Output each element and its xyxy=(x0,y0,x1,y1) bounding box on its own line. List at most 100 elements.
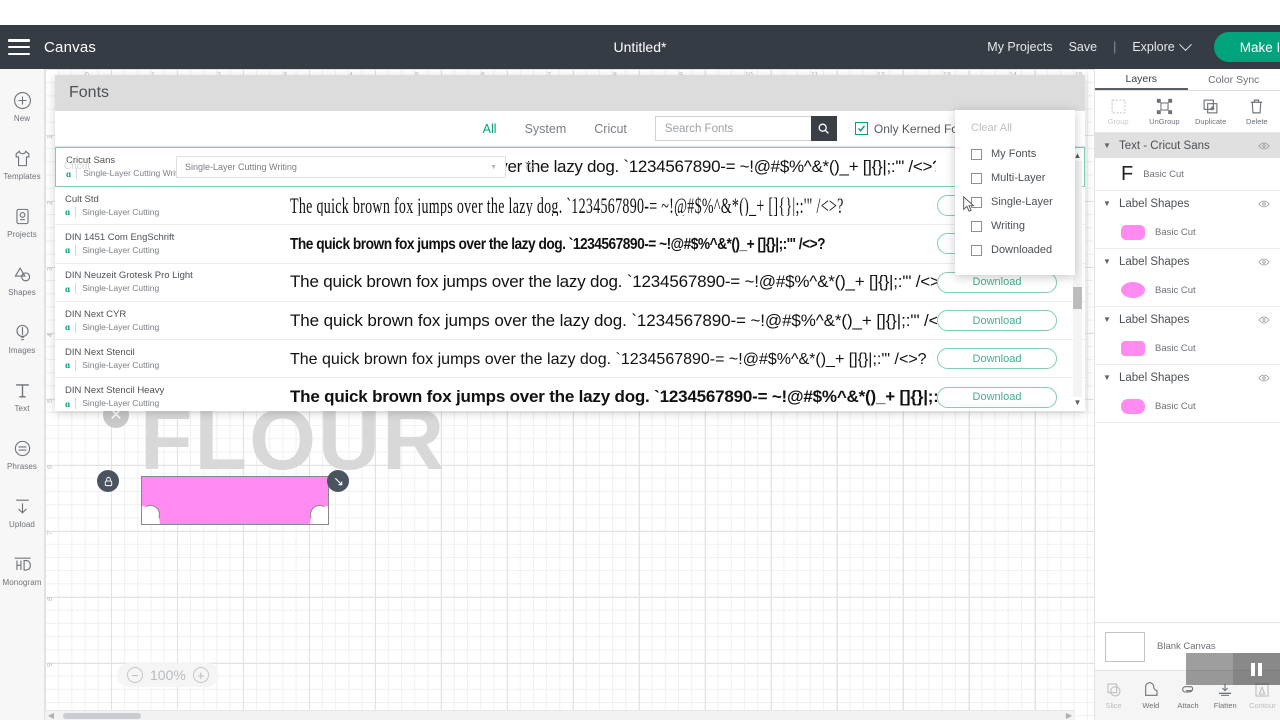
delete-button[interactable]: Delete xyxy=(1234,91,1280,132)
checkbox-icon[interactable] xyxy=(971,196,982,208)
rail-item-upload[interactable]: Upload xyxy=(0,483,45,541)
attach-button[interactable]: Attach xyxy=(1169,682,1206,710)
selection-resize-handle[interactable] xyxy=(327,470,349,492)
selection-lock-handle[interactable] xyxy=(97,470,119,492)
rail-label: Monogram xyxy=(2,578,42,587)
checkbox-icon[interactable] xyxy=(971,148,982,160)
layer-header[interactable]: ▼ Label Shapes xyxy=(1095,365,1280,390)
rail-item-new[interactable]: New xyxy=(0,77,45,135)
search-input[interactable] xyxy=(654,116,811,141)
tab-layers[interactable]: Layers xyxy=(1095,69,1188,90)
duplicate-button[interactable]: Duplicate xyxy=(1188,91,1234,132)
canvas-horizontal-scrollbar[interactable]: ◀ ▶ xyxy=(45,710,1075,720)
zoom-control[interactable]: − 100% + xyxy=(117,663,219,687)
chevron-down-icon[interactable]: ▼ xyxy=(1103,315,1112,324)
filters-dropdown-menu[interactable]: Clear All My Fonts Multi-Layer Single-Laye… xyxy=(955,110,1075,275)
font-row[interactable]: DIN Next Stencil ɑ Single-Layer Cutting The… xyxy=(55,340,1085,379)
fonts-list[interactable]: Cricut Sans ɑ Single-Layer Cutting Writing… xyxy=(55,147,1085,411)
zoom-out-button[interactable]: − xyxy=(127,667,143,683)
hamburger-menu-icon[interactable] xyxy=(8,39,30,55)
weld-button[interactable]: Weld xyxy=(1132,681,1169,710)
tab-color-sync[interactable]: Color Sync xyxy=(1188,69,1280,90)
font-row[interactable]: Cricut Sans ɑ Single-Layer Cutting Writing… xyxy=(55,147,1085,187)
layer-actions-bar: Group UnGroup Duplicate Delete xyxy=(1095,91,1280,133)
layer-child-row[interactable]: Basic Cut xyxy=(1095,216,1280,248)
rail-item-monogram[interactable]: Monogram xyxy=(0,541,45,599)
preview-text: The quick brown fox jumps over the lazy … xyxy=(290,310,937,330)
font-row[interactable]: DIN Next CYR ɑ Single-Layer Cutting The qui… xyxy=(55,302,1085,341)
eye-icon[interactable] xyxy=(1258,314,1270,326)
canvas-label-shape[interactable] xyxy=(141,476,329,525)
filter-option-single-layer[interactable]: Single-Layer xyxy=(955,190,1075,214)
font-type: Single-Layer Cutting xyxy=(75,359,159,371)
clear-all-button[interactable]: Clear All xyxy=(955,118,1075,142)
right-panel: Layers Color Sync Group UnGroup Duplicat… xyxy=(1094,69,1280,720)
slice-button[interactable]: Slice xyxy=(1095,682,1132,710)
layer-header[interactable]: ▼ Label Shapes xyxy=(1095,307,1280,332)
machine-selector[interactable]: Explore xyxy=(1132,37,1192,54)
ruler-tick: 3 xyxy=(47,267,54,271)
download-button[interactable]: Download xyxy=(937,310,1057,332)
rail-label: Upload xyxy=(9,520,35,529)
layer-child-row[interactable]: F Basic Cut xyxy=(1095,158,1280,190)
scroll-down-arrow[interactable]: ▼ xyxy=(1073,398,1082,407)
layer-header[interactable]: ▼ Text - Cricut Sans xyxy=(1095,133,1280,158)
font-row[interactable]: DIN Next Stencil Heavy ɑ Single-Layer Cutt… xyxy=(55,378,1085,411)
eye-icon[interactable] xyxy=(1258,140,1270,152)
rail-item-text[interactable]: Text xyxy=(0,367,45,425)
checkbox-icon[interactable] xyxy=(971,220,982,232)
save-button[interactable]: Save xyxy=(1069,40,1098,54)
search-icon[interactable] xyxy=(810,116,837,141)
font-row[interactable]: DIN Neuzeit Grotesk Pro Light ɑ Single-Lay… xyxy=(55,264,1085,302)
eye-icon[interactable] xyxy=(1258,372,1270,384)
font-row[interactable]: DIN 1451 Com EngSchrift ɑ Single-Layer Cut… xyxy=(55,225,1085,264)
checkbox-icon[interactable] xyxy=(971,244,982,256)
font-preview: The quick brown fox jumps over the lazy … xyxy=(290,349,937,369)
zoom-in-button[interactable]: + xyxy=(192,667,209,683)
group-button[interactable]: Group xyxy=(1095,91,1141,132)
download-button[interactable]: Download xyxy=(937,348,1057,370)
filter-option-downloaded[interactable]: Downloaded xyxy=(955,238,1075,262)
rail-item-projects[interactable]: Projects xyxy=(0,193,45,251)
chevron-down-icon[interactable]: ▼ xyxy=(1103,257,1112,266)
eye-icon[interactable] xyxy=(1258,198,1270,210)
ungroup-button[interactable]: UnGroup xyxy=(1141,91,1187,132)
chevron-down-icon[interactable]: ▼ xyxy=(1103,373,1112,382)
download-button[interactable]: Download xyxy=(937,386,1057,408)
filter-option-multi-layer[interactable]: Multi-Layer xyxy=(955,166,1075,190)
chevron-down-icon[interactable]: ▼ xyxy=(1103,199,1112,208)
layer-child-row[interactable]: Basic Cut xyxy=(1095,332,1280,364)
scrollbar-thumb[interactable] xyxy=(63,713,141,719)
blank-canvas-swatch[interactable] xyxy=(1105,631,1145,662)
tab-cricut[interactable]: Cricut xyxy=(580,122,641,136)
make-it-button[interactable]: Make It xyxy=(1213,32,1280,62)
chevron-down-icon[interactable]: ▼ xyxy=(1103,141,1112,150)
filter-option-writing[interactable]: Writing xyxy=(955,214,1075,238)
tab-all[interactable]: All xyxy=(469,122,511,136)
font-row-meta: DIN 1451 Com EngSchrift ɑ Single-Layer Cut… xyxy=(65,232,290,256)
layer-group: ▼ Label Shapes Basic Cut xyxy=(1095,191,1280,249)
eye-icon[interactable] xyxy=(1258,256,1270,268)
layer-child-row[interactable]: Basic Cut xyxy=(1095,390,1280,422)
layer-child-label: Basic Cut xyxy=(1155,342,1196,354)
rail-item-phrases[interactable]: Phrases xyxy=(0,425,45,483)
layer-header[interactable]: ▼ Label Shapes xyxy=(1095,249,1280,274)
font-style-dropdown[interactable]: Single-Layer Cutting Writing ▼ xyxy=(176,156,506,178)
scroll-left-arrow[interactable]: ◀ xyxy=(47,712,55,720)
rail-item-images[interactable]: Images xyxy=(0,309,45,367)
tab-system[interactable]: System xyxy=(511,122,581,136)
rail-item-templates[interactable]: Templates xyxy=(0,135,45,193)
font-row[interactable]: Cult Std ɑ Single-Layer Cutting The quick b… xyxy=(55,187,1085,226)
my-projects-link[interactable]: My Projects xyxy=(987,40,1052,54)
checkbox-icon[interactable] xyxy=(971,172,982,184)
filter-option-my-fonts[interactable]: My Fonts xyxy=(955,142,1075,166)
layer-header[interactable]: ▼ Label Shapes xyxy=(1095,191,1280,216)
layer-swatch xyxy=(1121,224,1145,240)
rail-item-shapes[interactable]: Shapes xyxy=(0,251,45,309)
flatten-button[interactable]: Flatten xyxy=(1207,682,1244,710)
scrollbar-thumb[interactable] xyxy=(1073,287,1082,309)
contour-button[interactable]: Contour xyxy=(1244,682,1280,710)
layer-child-row[interactable]: Basic Cut xyxy=(1095,274,1280,306)
scroll-right-arrow[interactable]: ▶ xyxy=(1065,712,1073,720)
recording-pause-button[interactable] xyxy=(1233,653,1280,685)
